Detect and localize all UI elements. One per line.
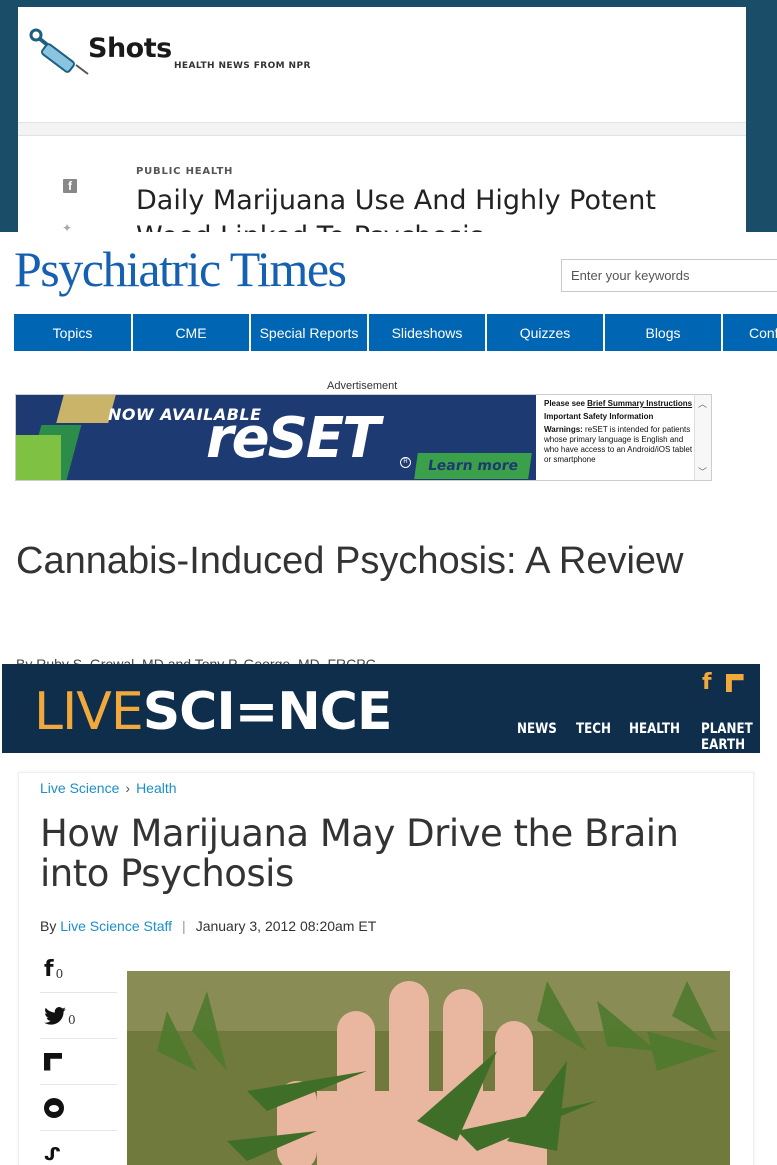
nav-tab-topics[interactable]: Topics — [14, 314, 133, 351]
flipboard-icon — [44, 1052, 62, 1071]
scroll-up-icon[interactable]: ︿ — [698, 397, 707, 410]
article-meta: By Live Science Staff | January 3, 2012 08… — [40, 918, 376, 934]
article-title: How Marijuana May Drive the Brain into P… — [40, 812, 679, 895]
facebook-share-count: 0 — [55, 966, 64, 981]
flipboard-icon[interactable] — [725, 674, 744, 692]
facebook-icon[interactable]: f — [63, 179, 77, 193]
nav-news[interactable]: NEWS — [517, 721, 557, 753]
shots-wordmark[interactable]: Shots — [88, 33, 172, 64]
nav-tab-cme[interactable]: CME — [133, 314, 251, 351]
ad-warnings-label: Warnings: — [544, 425, 583, 434]
search-input[interactable] — [561, 259, 777, 292]
reddit-icon — [44, 1097, 64, 1118]
share-bar: f 0 0 ᔑ — [40, 947, 117, 1165]
chevron-right-icon: › — [125, 780, 131, 796]
twitter-icon[interactable]: ✦ — [62, 221, 72, 232]
ad-decor-gold — [56, 395, 116, 423]
cannabis-hand-image — [127, 971, 730, 1165]
npr-headline-cut: Weed Linked To Psychosis — [136, 221, 484, 232]
nav-tab-blogs[interactable]: Blogs — [605, 314, 723, 351]
ad-info-heading: Important Safety Information — [544, 412, 654, 421]
ad-learn-more-button[interactable]: Learn more — [414, 453, 532, 479]
byline-prefix: By — [40, 918, 61, 934]
facebook-icon: f — [44, 957, 54, 982]
share-stumbleupon[interactable]: ᔑ — [40, 1131, 117, 1165]
scroll-down-icon[interactable]: ﹀ — [698, 465, 707, 478]
meta-separator: | — [182, 918, 186, 934]
main-nav: Topics CME Special Reports Slideshows Qu… — [14, 314, 777, 351]
ad-label: Advertisement — [327, 380, 398, 392]
live-science-nav: NEWS TECH HEALTH PLANET EARTH — [517, 721, 762, 753]
registered-icon: R — [400, 457, 411, 468]
share-twitter[interactable]: 0 — [40, 993, 117, 1039]
npr-headline: Daily Marijuana Use And Highly Potent — [136, 185, 656, 216]
ad-banner[interactable]: NOW AVAILABLE reSET R Learn more Please … — [15, 394, 712, 481]
live-science-section: LIVESCI=NCE f NEWS TECH HEALTH PLANET EA… — [0, 664, 777, 1165]
psychiatric-times-logo[interactable]: Psychiatric Times — [14, 240, 347, 298]
article-title: Cannabis-Induced Psychosis: A Review — [16, 540, 684, 582]
nav-tab-conferences[interactable]: Conf — [723, 314, 777, 351]
share-facebook[interactable]: f 0 — [40, 947, 117, 993]
ad-decor-green-light — [16, 435, 61, 480]
npr-card: Shots HEALTH NEWS FROM NPR f ✦ PUBLIC HE… — [18, 7, 746, 232]
stumbleupon-icon: ᔑ — [44, 1143, 61, 1165]
nav-planet-earth[interactable]: PLANET EARTH — [701, 721, 753, 753]
twitter-share-count: 0 — [68, 1012, 76, 1027]
ad-safety-info: Please see Brief Summary Instructions Im… — [544, 399, 694, 465]
nav-tech[interactable]: TECH — [576, 721, 611, 753]
shots-tagline: HEALTH NEWS FROM NPR — [174, 61, 311, 71]
breadcrumb-health[interactable]: Health — [136, 780, 176, 796]
brief-summary-link[interactable]: Brief Summary Instructions — [587, 399, 692, 408]
ad-product-name: reSET — [206, 406, 380, 471]
share-flipboard[interactable] — [40, 1039, 117, 1085]
syringe-icon — [29, 28, 89, 75]
breadcrumb: Live Science › Health — [40, 780, 177, 796]
npr-divider — [18, 122, 746, 136]
logo-live: LIVE — [34, 682, 144, 742]
article-hero-image — [127, 971, 730, 1165]
twitter-icon — [44, 1006, 66, 1025]
reset-ad-graphic[interactable]: NOW AVAILABLE reSET R Learn more — [16, 395, 536, 480]
share-reddit[interactable] — [40, 1085, 117, 1131]
nav-tab-special-reports[interactable]: Special Reports — [251, 314, 369, 351]
logo-science: SCI=NCE — [142, 682, 393, 742]
ad-scrollbar[interactable]: ︿ ﹀ — [694, 395, 711, 480]
author-link[interactable]: Live Science Staff — [60, 918, 172, 934]
ad-info-prefix: Please see — [544, 399, 588, 408]
header-social: f — [702, 670, 744, 695]
nav-health[interactable]: HEALTH — [629, 721, 680, 753]
npr-shots-section: Shots HEALTH NEWS FROM NPR f ✦ PUBLIC HE… — [0, 0, 777, 232]
facebook-icon[interactable]: f — [702, 670, 712, 695]
live-science-logo[interactable]: LIVESCI=NCE — [34, 682, 393, 742]
psychiatric-times-section: Psychiatric Times Topics CME Special Rep… — [0, 232, 777, 664]
article-byline: By Ruby S. Grewal, MD and Tony P. George… — [16, 656, 376, 664]
live-science-header: LIVESCI=NCE f NEWS TECH HEALTH PLANET EA… — [2, 664, 760, 753]
npr-kicker[interactable]: PUBLIC HEALTH — [136, 166, 233, 177]
nav-tab-quizzes[interactable]: Quizzes — [487, 314, 605, 351]
article-date: January 3, 2012 08:20am ET — [195, 918, 377, 934]
breadcrumb-live-science[interactable]: Live Science — [40, 780, 119, 796]
nav-tab-slideshows[interactable]: Slideshows — [369, 314, 487, 351]
